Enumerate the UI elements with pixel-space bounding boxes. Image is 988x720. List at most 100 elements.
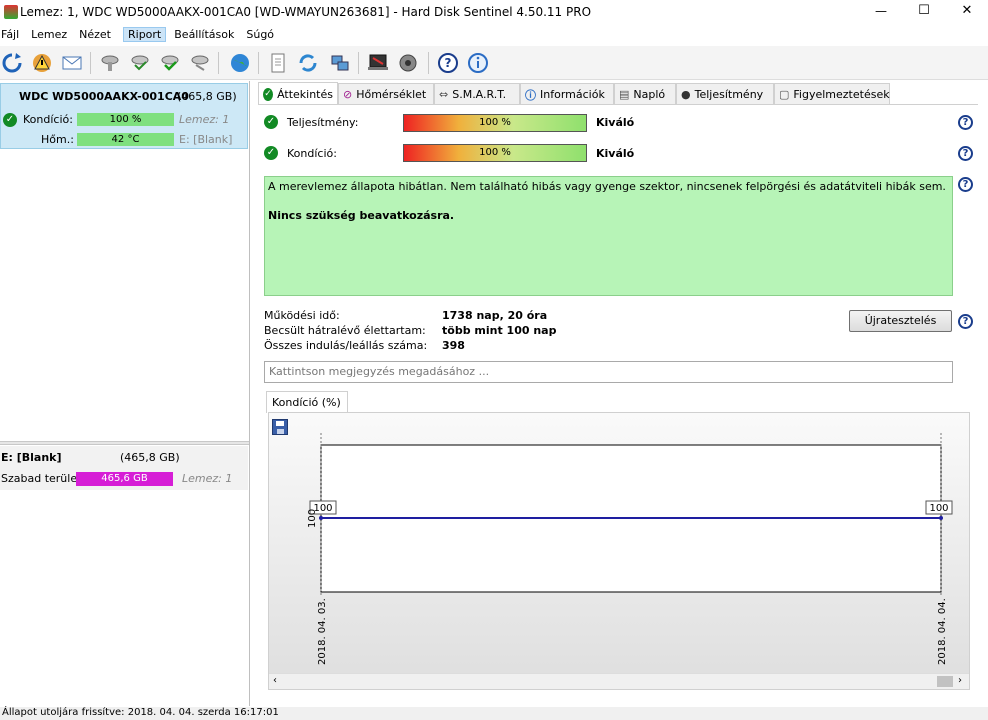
menu-file[interactable]: Fájl [1, 27, 23, 41]
menu-disk[interactable]: Lemez [31, 27, 71, 41]
tab-smart[interactable]: ⇔ S.M.A.R.T. [434, 83, 520, 105]
data-point [319, 516, 323, 520]
performance-ok-icon: ✓ [264, 115, 278, 129]
title-bar: Lemez: 1, WDC WD5000AAKX-001CA0 [WD-WMAY… [0, 0, 988, 26]
refresh-icon[interactable] [0, 51, 24, 75]
scroll-left-icon[interactable]: ‹ [273, 675, 277, 686]
smart-icon: ⇔ [439, 88, 449, 101]
scroll-right-icon[interactable]: › [958, 675, 962, 686]
retest-help-icon[interactable]: ? [958, 314, 973, 329]
drive-disk-icon-2[interactable] [128, 51, 152, 75]
tab-underline [258, 104, 978, 105]
x-tick-label: 2018. 04. 03. [317, 598, 328, 665]
volume-disk-ref: Lemez: 1 [182, 472, 233, 485]
drive-disk-icon-4[interactable] [188, 51, 212, 75]
menu-settings[interactable]: Beállítások [174, 27, 238, 41]
condition-ok-icon: ✓ [3, 113, 17, 127]
y-tick-label: 100 [307, 509, 318, 528]
app-icon [4, 5, 18, 19]
free-space-label: Szabad terület [1, 472, 82, 485]
overview-tab-icon: ✓ [263, 87, 274, 101]
status-bar-text: Állapot utoljára frissítve: 2018. 04. 04… [2, 707, 279, 718]
tab-overview[interactable]: ✓ Áttekintés [258, 82, 338, 105]
status-action: Nincs szükség beavatkozásra. [268, 209, 455, 222]
volume-entry[interactable]: E: [Blank] (465,8 GB) Szabad terület 465… [0, 446, 248, 490]
performance-bar: 100 % [403, 114, 587, 132]
status-text: A merevlemez állapota hibátlan. Nem talá… [268, 180, 946, 193]
drive-disk-icon-1[interactable] [98, 51, 122, 75]
help-icon[interactable]: ? [436, 51, 460, 75]
temperature-label: Hőm.: [41, 133, 74, 146]
log-icon: ▤ [619, 88, 630, 101]
globe-icon[interactable] [228, 51, 252, 75]
performance-label: Teljesítmény: [287, 116, 359, 129]
network-icon[interactable] [328, 51, 352, 75]
menu-help[interactable]: Súgó [246, 27, 278, 41]
status-message-box: A merevlemez állapota hibátlan. Nem talá… [264, 176, 953, 296]
x-tick-label: 2018. 04. 04. [937, 598, 948, 665]
document-icon[interactable] [266, 51, 290, 75]
uptime-label: Működési idő: [264, 309, 340, 322]
tab-temperature[interactable]: ⊘ Hőmérséklet [338, 83, 434, 105]
condition-help-icon[interactable]: ? [958, 146, 973, 161]
tab-log[interactable]: ▤ Napló [614, 83, 676, 105]
window-title: Lemez: 1, WDC WD5000AAKX-001CA0 [WD-WMAY… [20, 5, 592, 19]
free-space-bar: 465,6 GB [76, 472, 173, 486]
report-icon[interactable] [60, 51, 84, 75]
info-icon[interactable] [466, 51, 490, 75]
disk-number: Lemez: 1 [179, 113, 230, 126]
copy-icon[interactable] [296, 51, 320, 75]
data-point [939, 516, 943, 520]
maximize-button[interactable]: ☐ [911, 3, 937, 18]
condition-bar: 100 % [77, 113, 174, 126]
disk-list-panel: WDC WD5000AAKX-001CA0 (465,8 GB) ✓ Kondí… [0, 81, 250, 706]
status-help-icon[interactable]: ? [958, 177, 973, 192]
laptop-icon[interactable] [366, 51, 390, 75]
performance-rating: Kiváló [596, 116, 635, 129]
disk-entry[interactable]: WDC WD5000AAKX-001CA0 (465,8 GB) ✓ Kondí… [0, 83, 248, 149]
chart-tab[interactable]: Kondíció (%) [266, 391, 348, 413]
warning-icon[interactable] [30, 51, 54, 75]
panel-divider[interactable] [0, 441, 249, 445]
temperature-bar: 42 °C [77, 133, 174, 146]
menu-view[interactable]: Nézet [79, 27, 115, 41]
menu-report[interactable]: Riport [123, 27, 167, 42]
disk-size: (465,8 GB) [177, 90, 237, 103]
alerts-icon: ▢ [779, 88, 790, 101]
scroll-thumb[interactable] [937, 676, 953, 687]
drive-disk-icon-3[interactable] [158, 51, 182, 75]
menu-bar: Fájl Lemez Nézet Riport Beállítások Súgó [0, 27, 988, 45]
speaker-icon[interactable] [396, 51, 420, 75]
condition-label: Kondíció: [23, 113, 73, 126]
lifetime-value: több mint 100 nap [442, 324, 557, 337]
volume-name: E: [Blank] [1, 451, 62, 464]
disk-name: WDC WD5000AAKX-001CA0 [19, 90, 189, 103]
uptime-value: 1738 nap, 20 óra [442, 309, 548, 322]
close-button[interactable]: ✕ [954, 3, 980, 18]
minimize-button[interactable]: — [868, 4, 894, 18]
horizontal-scrollbar[interactable]: ‹ › [269, 673, 969, 689]
volume-size: (465,8 GB) [120, 451, 180, 464]
thermometer-icon: ⊘ [343, 88, 353, 101]
condition-rating: Kiváló [596, 147, 635, 160]
tab-alerts[interactable]: ▢ Figyelmeztetések [774, 83, 890, 105]
data-label: 100 [929, 503, 948, 514]
tab-bar: ✓ Áttekintés ⊘ Hőmérséklet ⇔ S.M.A.R.T. ⓘ In… [258, 82, 898, 105]
condition-ok-icon-main: ✓ [264, 146, 278, 160]
note-input[interactable]: Kattintson megjegyzés megadásához ... [264, 361, 953, 383]
volume-ref: E: [Blank] [179, 133, 233, 146]
status-bar: Állapot utoljára frissítve: 2018. 04. 04… [0, 707, 988, 720]
performance-help-icon[interactable]: ? [958, 115, 973, 130]
performance-icon: ● [681, 88, 691, 101]
startstop-value: 398 [442, 339, 465, 352]
condition-chart: 1002018. 04. 03.1002018. 04. 04.100 [307, 433, 953, 665]
chart-area: 100 2018. 04. 03. 100 2018. 04. 04. 100 ‹ › [268, 412, 970, 690]
tab-performance[interactable]: ● Teljesítmény [676, 83, 774, 105]
toolbar: ? [0, 46, 988, 80]
condition-label-main: Kondíció: [287, 147, 337, 160]
info-tab-icon: ⓘ [525, 88, 536, 102]
svg-text:?: ? [445, 56, 452, 70]
startstop-label: Összes indulás/leállás száma: [264, 339, 428, 352]
retest-button[interactable]: Újratesztelés [849, 310, 952, 332]
tab-information[interactable]: ⓘ Információk [520, 83, 614, 105]
